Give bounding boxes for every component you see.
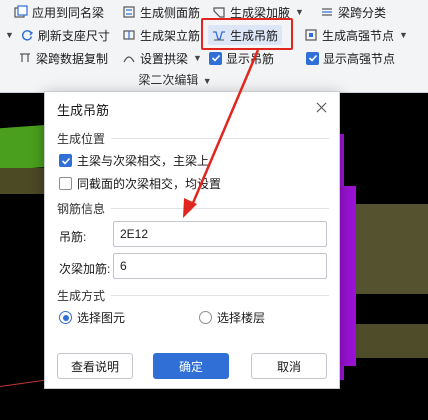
show-height-node-label: 显示高强节点 <box>323 51 396 66</box>
beam-copy-icon <box>14 5 28 19</box>
gen-height-node-button[interactable]: 生成高强节点 ▼ <box>304 25 408 45</box>
column-purple <box>340 186 356 366</box>
gen-hanger-bar-label: 生成吊筋 <box>230 28 279 43</box>
radio-selected-icon <box>59 311 72 324</box>
chevron-down-icon[interactable]: ▼ <box>5 30 14 40</box>
hanger-rebar-icon <box>212 28 226 42</box>
copy-span-data-button[interactable]: 梁跨数据复制 <box>18 48 108 68</box>
refresh-support-label: 刷新支座尺寸 <box>37 28 110 43</box>
side-rebar-icon <box>122 5 136 19</box>
apply-same-name-label: 应用到同名梁 <box>32 5 105 20</box>
copy-icon <box>18 51 32 65</box>
gen-hanger-bar-button[interactable]: 生成吊筋 <box>208 25 283 45</box>
classify-icon <box>320 5 334 19</box>
opt-main-secondary-checkbox[interactable]: 主梁与次梁相交，主梁上 <box>59 152 209 169</box>
section-position: 生成位置 <box>57 130 329 147</box>
checkbox-checked-icon <box>306 51 319 65</box>
secondary-input[interactable] <box>113 253 327 279</box>
gen-side-rebar-button[interactable]: 生成侧面筋 <box>122 2 200 22</box>
show-hanger-label: 显示吊筋 <box>226 51 275 66</box>
hanger-dialog: 生成吊筋 生成位置 主梁与次梁相交，主梁上 同截面的次梁相交，均设置 钢筋信息 … <box>44 91 340 389</box>
chevron-down-icon[interactable]: ▼ <box>193 53 202 63</box>
gen-beam-haunch-button[interactable]: 生成梁加腋 ▼ <box>212 2 304 22</box>
show-height-node-checkbox[interactable]: 显示高强节点 <box>306 48 395 68</box>
gen-side-rebar-label: 生成侧面筋 <box>140 5 201 20</box>
opt-same-section-checkbox[interactable]: 同截面的次梁相交，均设置 <box>59 175 221 192</box>
section-rebar: 钢筋信息 <box>57 200 329 217</box>
show-hanger-checkbox[interactable]: 显示吊筋 <box>209 48 274 68</box>
haunch-icon <box>212 5 226 19</box>
refresh-support-button[interactable]: ▼ 刷新支座尺寸 <box>4 25 110 45</box>
hanger-label: 吊筋: <box>59 230 87 244</box>
chevron-down-icon[interactable]: ▼ <box>203 76 212 86</box>
apply-same-name-button[interactable]: 应用到同名梁 <box>14 2 104 22</box>
span-classify-label: 梁跨分类 <box>338 5 387 20</box>
gen-stirrup-bar-label: 生成架立筋 <box>140 28 201 43</box>
secondary-label: 次梁加筋: <box>59 262 111 276</box>
chevron-down-icon[interactable]: ▼ <box>399 30 408 40</box>
checkbox-checked-icon <box>59 154 72 167</box>
span-classify-button[interactable]: 梁跨分类 <box>320 2 386 22</box>
gen-beam-haunch-label: 生成梁加腋 <box>230 5 291 20</box>
radio-unselected-icon <box>199 311 212 324</box>
radio-pick-element[interactable]: 选择图元 <box>59 309 125 326</box>
node-icon <box>304 28 318 42</box>
hanger-input[interactable] <box>113 221 327 247</box>
arch-icon <box>122 51 136 65</box>
set-arch-beam-button[interactable]: 设置拱梁 ▼ <box>122 48 202 68</box>
gen-stirrup-bar-button[interactable]: 生成架立筋 <box>122 25 200 45</box>
checkbox-checked-icon <box>209 51 222 65</box>
stand-bar-icon <box>122 28 136 42</box>
checkbox-unchecked-icon <box>59 177 72 190</box>
refresh-icon <box>20 28 34 42</box>
set-arch-beam-label: 设置拱梁 <box>140 51 189 66</box>
chevron-down-icon[interactable]: ▼ <box>295 7 304 17</box>
ribbon-toolbar: 应用到同名梁 生成侧面筋 生成梁加腋 ▼ 梁跨分类 ▼ 刷新支座尺寸 生成架立筋… <box>0 0 428 93</box>
section-method: 生成方式 <box>57 287 329 304</box>
close-icon[interactable] <box>313 99 329 115</box>
ok-button[interactable]: 确定 <box>153 353 229 379</box>
cancel-button[interactable]: 取消 <box>251 353 327 379</box>
help-button[interactable]: 查看说明 <box>57 353 133 379</box>
ribbon-group-label: 梁二次编辑 ▼ <box>138 73 212 87</box>
copy-span-data-label: 梁跨数据复制 <box>36 51 109 66</box>
radio-pick-floor[interactable]: 选择楼层 <box>199 309 265 326</box>
gen-height-node-label: 生成高强节点 <box>322 28 395 43</box>
dialog-title: 生成吊筋 <box>57 103 110 118</box>
